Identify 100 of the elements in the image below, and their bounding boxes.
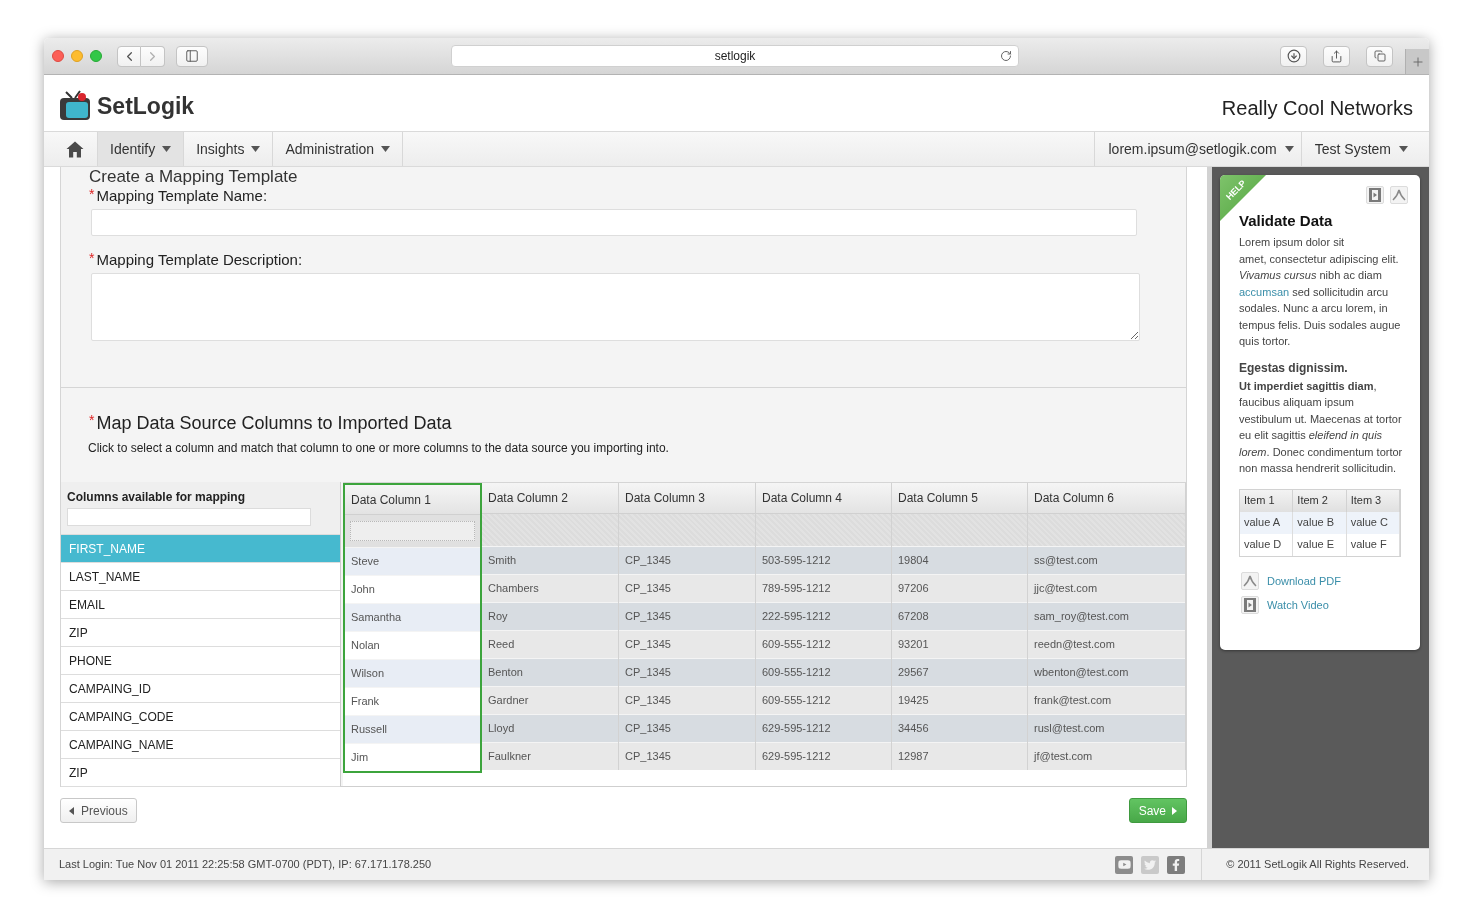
column-header[interactable]: Data Column 4: [756, 483, 891, 514]
table-cell: CP_1345: [619, 742, 755, 770]
home-icon: [65, 140, 84, 158]
help-subtitle: Egestas dignissim.: [1239, 359, 1349, 376]
table-column[interactable]: Data Column 1 Steve John Samantha Nolan Wilson Frank Russell Jim: [343, 483, 482, 773]
column-list-item[interactable]: CAMPAING_NAME: [61, 731, 340, 759]
table-cell: 93201: [892, 630, 1027, 658]
sidebar-button[interactable]: [176, 45, 208, 67]
pdf-icon[interactable]: [1241, 571, 1259, 590]
reload-icon[interactable]: [1000, 50, 1012, 62]
table-column[interactable]: Data Column 5 19804 97206 67208 93201 29567 19425 34456 12987: [892, 483, 1028, 770]
table-cell: CP_1345: [619, 602, 755, 630]
close-window-icon[interactable]: [52, 50, 64, 62]
table-cell: 609-555-1212: [756, 686, 891, 714]
table-cell: 67208: [892, 602, 1027, 630]
table-cell: CP_1345: [619, 714, 755, 742]
tabs-button[interactable]: [1366, 45, 1393, 67]
field-label: Mapping Template Name:: [96, 187, 268, 204]
forward-button[interactable]: [141, 45, 165, 67]
help-paragraph: Ut imperdiet sagittis diam, faucibus aliquam ipsum vestibulum ut. Maecenas at tortor eu elit sagittis eleifend in quis lorem. Donec condimentum tortor non massa hendrerit sollicitudin.: [1239, 378, 1404, 476]
table-column[interactable]: Data Column 2 Smith Chambers Roy Reed Benton Gardner Lloyd Faulkner: [482, 483, 619, 770]
required-marker: *: [89, 413, 95, 427]
table-cell: Steve: [345, 547, 480, 575]
user-menu[interactable]: Test System: [1300, 132, 1415, 166]
tabs-icon: [1373, 50, 1386, 62]
table-cell: 629-595-1212: [756, 714, 891, 742]
nav-menu-item[interactable]: Administration: [273, 132, 404, 166]
back-button[interactable]: [117, 45, 141, 67]
column-list-item[interactable]: ZIP: [61, 619, 340, 647]
table-cell: Lloyd: [482, 714, 618, 742]
share-button[interactable]: [1323, 45, 1350, 67]
facebook-icon[interactable]: [1167, 855, 1186, 874]
filter-field[interactable]: [350, 521, 475, 541]
triangle-right-icon: [1172, 806, 1177, 815]
table-cell: 12987: [892, 742, 1027, 770]
table-cell: Roy: [482, 602, 618, 630]
required-marker: *: [89, 187, 95, 201]
download-icon: [1286, 49, 1301, 63]
help-table-header: Item 1: [1240, 489, 1294, 512]
table-cell: jjc@test.com: [1028, 574, 1185, 602]
column-list-item[interactable]: CAMPAING_CODE: [61, 703, 340, 731]
share-icon: [1330, 49, 1343, 63]
column-search-field[interactable]: [67, 508, 311, 526]
film-icon[interactable]: [1366, 186, 1384, 204]
column-list-item[interactable]: PHONE: [61, 647, 340, 675]
table-cell: Chambers: [482, 574, 618, 602]
mapping-title: Map Data Source Columns to Imported Data: [96, 413, 452, 433]
copyright-text: © 2011 SetLogik All Rights Reserved.: [1226, 857, 1409, 873]
table-cell: jf@test.com: [1028, 742, 1185, 770]
maximize-window-icon[interactable]: [90, 50, 102, 62]
column-header[interactable]: Data Column 1: [345, 485, 480, 515]
table-cell: 609-555-1212: [756, 630, 891, 658]
table-cell: Wilson: [345, 659, 480, 687]
previous-button[interactable]: Previous: [60, 798, 137, 823]
help-link[interactable]: Download PDF: [1267, 573, 1341, 588]
minimize-window-icon[interactable]: [71, 50, 83, 62]
required-marker: *: [89, 251, 95, 265]
column-header[interactable]: Data Column 5: [892, 483, 1027, 514]
table-cell: Samantha: [345, 603, 480, 631]
table-cell: Benton: [482, 658, 618, 686]
logo-icon: [58, 90, 92, 122]
plus-icon: [1410, 54, 1425, 69]
caret-icon: [162, 146, 172, 152]
table-column[interactable]: Data Column 3 CP_1345 CP_1345 CP_1345 CP_1345 CP_1345 CP_1345 CP_1345 CP_1345: [619, 483, 756, 770]
brand-name: SetLogik: [97, 93, 195, 119]
column-header[interactable]: Data Column 6: [1028, 483, 1185, 514]
template-name-input[interactable]: [91, 209, 1137, 236]
nav-menu-item[interactable]: Identify: [98, 132, 185, 166]
help-link[interactable]: Watch Video: [1267, 597, 1329, 612]
column-list-item[interactable]: LAST_NAME: [61, 563, 340, 591]
column-list-item[interactable]: CAMPAING_ID: [61, 675, 340, 703]
table-cell: CP_1345: [619, 658, 755, 686]
column-header[interactable]: Data Column 2: [482, 483, 618, 514]
table-column[interactable]: Data Column 6 ss@test.com jjc@test.com sam_roy@test.com reedn@test.com wbenton@test.com frank@test.com rusl@test.com jf@test.com: [1028, 483, 1186, 770]
table-column[interactable]: Data Column 4 503-595-1212 789-595-1212 222-595-1212 609-555-1212 609-555-1212 609-555-1212 629-595-1212 629-595-1212: [756, 483, 892, 770]
template-description-input[interactable]: [91, 273, 1140, 341]
table-cell: 222-595-1212: [756, 602, 891, 630]
table-cell: 609-555-1212: [756, 658, 891, 686]
table-cell: frank@test.com: [1028, 686, 1185, 714]
last-login-text: Last Login: Tue Nov 01 2011 22:25:58 GMT-0700 (PDT), IP: 67.171.178.250: [59, 857, 432, 873]
table-cell: 503-595-1212: [756, 546, 891, 574]
caret-icon: [1399, 146, 1408, 152]
table-cell: 629-595-1212: [756, 742, 891, 770]
pdf-icon[interactable]: [1390, 186, 1408, 204]
youtube-icon[interactable]: [1115, 855, 1134, 874]
film-icon[interactable]: [1241, 595, 1259, 614]
column-list-item[interactable]: EMAIL: [61, 591, 340, 619]
table-cell: CP_1345: [619, 686, 755, 714]
table-cell: Gardner: [482, 686, 618, 714]
download-button[interactable]: [1280, 45, 1307, 67]
column-header[interactable]: Data Column 3: [619, 483, 755, 514]
nav-menu-item[interactable]: Insights: [184, 132, 274, 166]
help-table-header: Item 3: [1346, 489, 1400, 512]
text-link[interactable]: accumsan: [1239, 285, 1290, 298]
address-field[interactable]: setlogik: [451, 45, 1019, 67]
new-tab-button[interactable]: [1405, 49, 1429, 74]
column-list-item[interactable]: ZIP: [61, 759, 340, 787]
table-cell: Faulkner: [482, 742, 618, 770]
user-menu[interactable]: lorem.ipsum@setlogik.com: [1094, 132, 1301, 166]
caret-icon: [1284, 146, 1294, 152]
